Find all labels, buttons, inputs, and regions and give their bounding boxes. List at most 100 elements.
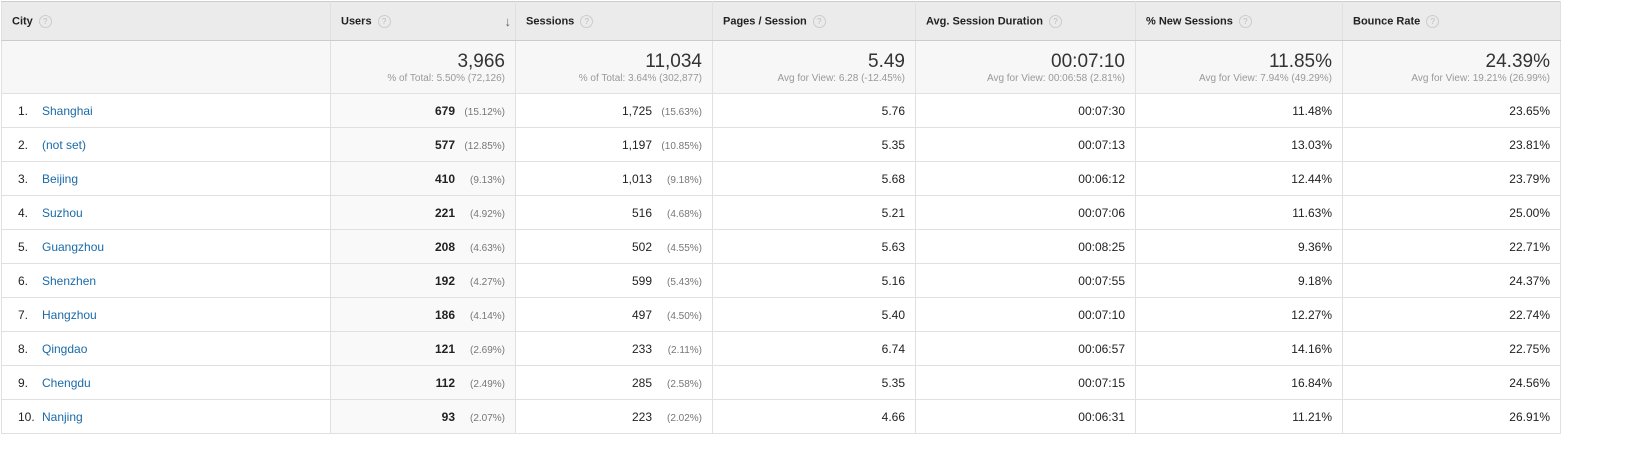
sessions-value: 502 xyxy=(631,239,652,254)
help-icon[interactable]: ? xyxy=(580,14,594,28)
avg-session-duration-cell: 00:06:57 xyxy=(915,331,1136,366)
row-index: 3. xyxy=(18,171,29,186)
avg-session-duration-cell: 00:07:30 xyxy=(915,93,1136,128)
table-row: 10. Nanjing 93 (2.07%) 223 (2.02%) 4.66 00:… xyxy=(1,399,1561,434)
city-link[interactable]: Beijing xyxy=(42,172,78,186)
sort-descending-icon[interactable]: ↓ xyxy=(505,14,512,29)
users-cell: 577 (12.85%) xyxy=(330,127,516,162)
column-header-bounce-rate[interactable]: Bounce Rate? xyxy=(1342,1,1561,41)
new-sessions-cell: 9.36% xyxy=(1135,229,1343,264)
bounce-rate-cell: 22.71% xyxy=(1342,229,1561,264)
city-link[interactable]: Chengdu xyxy=(42,376,91,390)
sessions-value: 599 xyxy=(631,273,652,288)
bounce-rate-cell: 25.00% xyxy=(1342,195,1561,230)
table-row: 8. Qingdao 121 (2.69%) 233 (2.11%) 6.74 00:… xyxy=(1,331,1561,366)
sessions-cell: 285 (2.58%) xyxy=(515,365,713,400)
total-subtext: % of Total: 3.64% (302,877) xyxy=(578,72,702,84)
help-icon[interactable]: ? xyxy=(812,14,826,28)
new-sessions-cell: 11.63% xyxy=(1135,195,1343,230)
row-index: 1. xyxy=(18,103,29,118)
sessions-percent: (4.50%) xyxy=(666,310,702,322)
city-link[interactable]: (not set) xyxy=(42,138,86,152)
city-cell: 8. Qingdao xyxy=(1,331,331,366)
pages-per-session-cell: 5.35 xyxy=(712,365,916,400)
help-icon[interactable]: ? xyxy=(1426,14,1440,28)
users-percent: (4.92%) xyxy=(469,208,505,220)
avg-session-duration-cell: 00:07:15 xyxy=(915,365,1136,400)
sessions-percent: (9.18%) xyxy=(666,174,702,186)
column-header-avg-session-duration[interactable]: Avg. Session Duration? xyxy=(915,1,1136,41)
help-icon[interactable]: ? xyxy=(377,14,391,28)
row-index: 6. xyxy=(18,273,29,288)
users-percent: (4.14%) xyxy=(469,310,505,322)
column-header-label: Users xyxy=(341,14,372,27)
city-link[interactable]: Nanjing xyxy=(42,410,83,424)
city-link[interactable]: Suzhou xyxy=(42,206,83,220)
column-header-city[interactable]: City? xyxy=(1,1,331,41)
bounce-rate-cell: 22.74% xyxy=(1342,297,1561,332)
totals-cell: 5.49 Avg for View: 6.28 (-12.45%) xyxy=(712,40,916,94)
bounce-rate-cell: 24.37% xyxy=(1342,263,1561,298)
column-header--new-sessions[interactable]: % New Sessions? xyxy=(1135,1,1343,41)
city-link[interactable]: Hangzhou xyxy=(42,308,97,322)
users-value: 112 xyxy=(435,375,455,390)
bounce-rate-cell: 22.75% xyxy=(1342,331,1561,366)
sessions-value: 1,197 xyxy=(621,137,652,152)
users-cell: 186 (4.14%) xyxy=(330,297,516,332)
sessions-cell: 497 (4.50%) xyxy=(515,297,713,332)
new-sessions-cell: 12.44% xyxy=(1135,161,1343,196)
help-icon[interactable]: ? xyxy=(1048,14,1062,28)
total-subtext: Avg for View: 00:06:58 (2.81%) xyxy=(986,72,1125,84)
users-value: 186 xyxy=(434,307,455,322)
avg-session-duration-cell: 00:06:31 xyxy=(915,399,1136,434)
sessions-value: 1,013 xyxy=(621,171,652,186)
avg-session-duration-cell: 00:07:55 xyxy=(915,263,1136,298)
users-cell: 679 (15.12%) xyxy=(330,93,516,128)
total-value: 5.49 xyxy=(868,50,905,72)
help-icon[interactable]: ? xyxy=(38,14,52,28)
column-header-pages-session[interactable]: Pages / Session? xyxy=(712,1,916,41)
city-link[interactable]: Qingdao xyxy=(42,342,87,356)
users-cell: 208 (4.63%) xyxy=(330,229,516,264)
total-value: 11.85% xyxy=(1268,50,1332,72)
total-subtext: Avg for View: 6.28 (-12.45%) xyxy=(777,72,905,84)
users-cell: 221 (4.92%) xyxy=(330,195,516,230)
users-value: 121 xyxy=(434,341,455,356)
totals-row: 3,966% of Total: 5.50% (72,126) 11,034% o… xyxy=(1,40,1561,94)
avg-session-duration-cell: 00:08:25 xyxy=(915,229,1136,264)
new-sessions-cell: 12.27% xyxy=(1135,297,1343,332)
total-subtext: Avg for View: 7.94% (49.29%) xyxy=(1198,72,1332,84)
pages-per-session-cell: 5.63 xyxy=(712,229,916,264)
city-link[interactable]: Shenzhen xyxy=(42,274,96,288)
bounce-rate-cell: 23.79% xyxy=(1342,161,1561,196)
sessions-percent: (2.58%) xyxy=(666,378,702,390)
bounce-rate-cell: 26.91% xyxy=(1342,399,1561,434)
sessions-value: 1,725 xyxy=(621,103,652,118)
bounce-rate-cell: 23.65% xyxy=(1342,93,1561,128)
pages-per-session-cell: 4.66 xyxy=(712,399,916,434)
new-sessions-cell: 16.84% xyxy=(1135,365,1343,400)
users-value: 410 xyxy=(434,171,455,186)
users-percent: (12.85%) xyxy=(464,140,505,152)
city-link[interactable]: Guangzhou xyxy=(42,240,104,254)
row-index: 8. xyxy=(18,341,29,356)
city-cell: 6. Shenzhen xyxy=(1,263,331,298)
users-value: 208 xyxy=(434,239,455,254)
sessions-cell: 1,725 (15.63%) xyxy=(515,93,713,128)
avg-session-duration-cell: 00:06:12 xyxy=(915,161,1136,196)
sessions-cell: 223 (2.02%) xyxy=(515,399,713,434)
column-header-sessions[interactable]: Sessions? xyxy=(515,1,713,41)
totals-blank xyxy=(1,40,331,94)
table-row: 7. Hangzhou 186 (4.14%) 497 (4.50%) 5.40 00… xyxy=(1,297,1561,332)
help-icon[interactable]: ? xyxy=(1238,14,1252,28)
row-index: 5. xyxy=(18,239,29,254)
column-header-label: Bounce Rate xyxy=(1353,14,1421,27)
total-value: 24.39% xyxy=(1485,50,1550,72)
city-cell: 5. Guangzhou xyxy=(1,229,331,264)
city-link[interactable]: Shanghai xyxy=(42,104,93,118)
totals-cell: 00:07:10 Avg for View: 00:06:58 (2.81%) xyxy=(915,40,1136,94)
pages-per-session-cell: 6.74 xyxy=(712,331,916,366)
bounce-rate-cell: 24.56% xyxy=(1342,365,1561,400)
column-header-users[interactable]: Users? ↓ xyxy=(330,1,516,41)
city-cell: 4. Suzhou xyxy=(1,195,331,230)
